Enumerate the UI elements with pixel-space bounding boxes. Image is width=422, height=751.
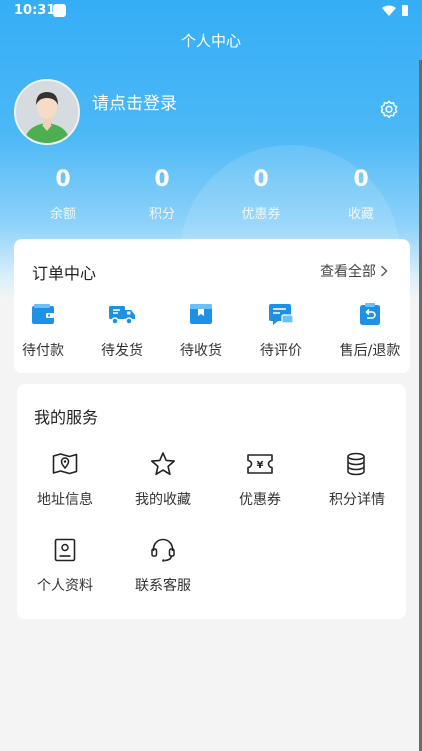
order-item-label: 待评价 [260, 343, 302, 359]
service-item-label: 联系客服 [135, 578, 191, 594]
service-address[interactable]: 地址信息 [20, 450, 110, 509]
coupon-icon: ¥ [247, 454, 273, 474]
stat-points[interactable]: 0 积分 [122, 166, 202, 222]
order-item-label: 售后/退款 [339, 343, 401, 359]
notification-app-icon [53, 4, 66, 17]
service-item-label: 优惠券 [239, 492, 281, 508]
service-item-label: 个人资料 [37, 578, 93, 594]
order-item-label: 待发货 [101, 343, 143, 359]
service-coupons[interactable]: ¥ 优惠券 [215, 450, 305, 509]
page-title: 个人中心 [180, 32, 241, 50]
coins-icon [347, 452, 365, 476]
stat-value: 0 [253, 167, 269, 192]
wallet-icon [32, 304, 54, 324]
stat-balance[interactable]: 0 余额 [23, 166, 103, 222]
chevron-right-icon [381, 265, 388, 277]
order-center-card: 订单中心 查看全部 待付款 待发货 待收货 待评价 售后/退款 [14, 239, 410, 373]
view-all-orders-link[interactable]: 查看全部 [320, 261, 388, 281]
package-icon [190, 304, 212, 324]
login-prompt[interactable]: 请点击登录 [92, 89, 177, 114]
truck-icon [109, 306, 135, 325]
stat-favorites[interactable]: 0 收藏 [321, 166, 401, 222]
profile-card-icon [54, 538, 76, 562]
comment-icon [269, 304, 294, 325]
svg-text:¥: ¥ [257, 460, 264, 471]
return-icon [360, 303, 380, 325]
service-item-label: 积分详情 [329, 492, 385, 508]
map-pin-icon [52, 453, 78, 475]
default-user-avatar-icon [16, 81, 78, 143]
view-all-label: 查看全部 [320, 264, 376, 280]
stat-value: 0 [353, 167, 369, 192]
star-icon [151, 452, 175, 476]
account-stats: 0 余额 0 积分 0 优惠券 0 收藏 [0, 166, 422, 226]
stat-value: 0 [55, 167, 71, 192]
status-time: 10:31 [14, 3, 56, 18]
service-item-label: 地址信息 [37, 492, 93, 508]
order-pending-payment[interactable]: 待付款 [3, 301, 83, 360]
headset-icon [151, 538, 175, 562]
order-pending-review[interactable]: 待评价 [241, 301, 321, 360]
status-bar: 10:31 [0, 0, 422, 24]
service-customer-support[interactable]: 联系客服 [118, 536, 208, 595]
avatar[interactable] [14, 79, 80, 145]
my-services-card: 我的服务 地址信息 我的收藏 ¥ 优惠券 积分详情 个人资料 联系客服 [17, 384, 406, 619]
stat-label: 优惠券 [241, 207, 281, 222]
service-item-label: 我的收藏 [135, 492, 191, 508]
order-item-label: 待收货 [180, 343, 222, 359]
service-points[interactable]: 积分详情 [312, 450, 402, 509]
order-after-sales[interactable]: 售后/退款 [330, 301, 410, 360]
order-item-label: 待付款 [22, 343, 64, 359]
order-pending-shipment[interactable]: 待发货 [82, 301, 162, 360]
gear-icon[interactable] [378, 99, 400, 121]
stat-label: 收藏 [347, 207, 374, 222]
stat-value: 0 [154, 167, 170, 192]
stat-coupons[interactable]: 0 优惠券 [221, 166, 301, 222]
battery-icon [402, 5, 408, 16]
order-pending-receipt[interactable]: 待收货 [161, 301, 241, 360]
stat-label: 余额 [49, 207, 76, 222]
wifi-icon [382, 5, 396, 16]
service-favorites[interactable]: 我的收藏 [118, 450, 208, 509]
order-center-title: 订单中心 [32, 264, 97, 283]
service-profile[interactable]: 个人资料 [20, 536, 110, 595]
my-services-title: 我的服务 [34, 408, 99, 427]
stat-label: 积分 [148, 207, 175, 222]
